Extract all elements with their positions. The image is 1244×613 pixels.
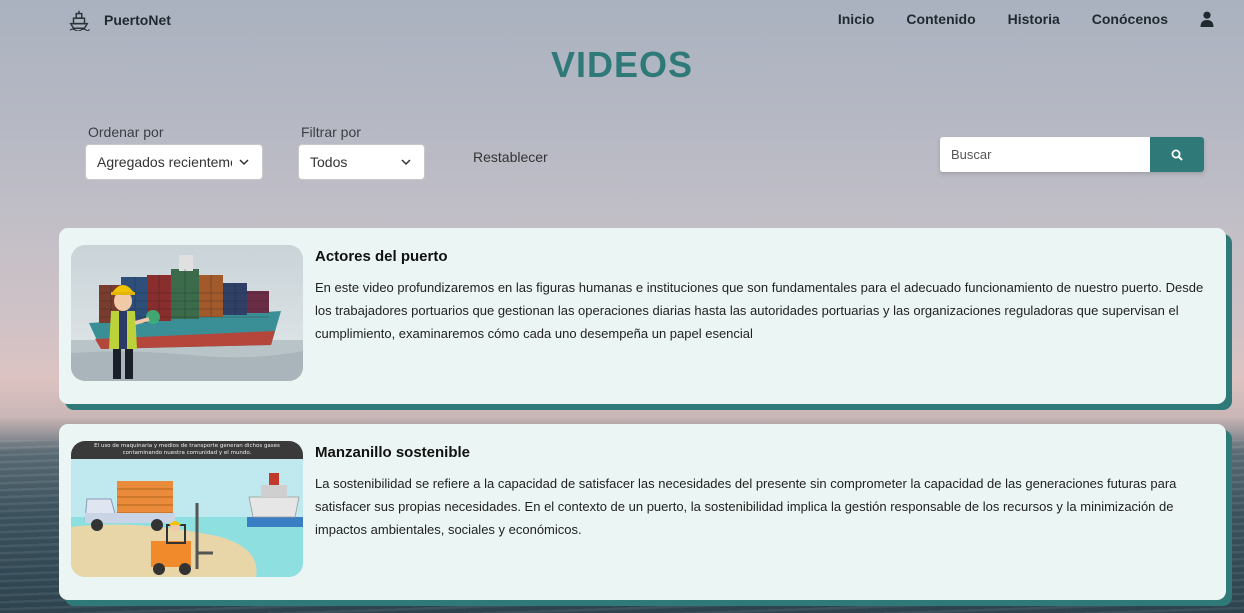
brand[interactable]: PuertoNet <box>68 9 171 31</box>
chevron-down-icon <box>401 159 411 166</box>
brand-name: PuertoNet <box>104 12 171 28</box>
filter-label: Filtrar por <box>301 124 361 140</box>
search-button[interactable] <box>1150 137 1204 172</box>
top-nav: PuertoNet Inicio Contenido Historia Conó… <box>0 0 1244 40</box>
filter-group: Filtrar por Todos <box>298 124 425 180</box>
video-title[interactable]: Actores del puerto <box>315 248 448 265</box>
video-thumbnail[interactable]: El uso de maquinaria y medios de transpo… <box>71 441 303 577</box>
sort-group: Ordenar por Agregados recientemente <box>85 124 263 180</box>
search-bar <box>940 137 1204 172</box>
video-description: La sostenibilidad se refiere a la capaci… <box>315 476 1177 537</box>
video-thumbnail[interactable] <box>71 245 303 381</box>
user-icon[interactable] <box>1200 11 1214 27</box>
filter-select-value: Todos <box>310 154 348 170</box>
nav-link-contenido[interactable]: Contenido <box>906 11 975 27</box>
nav-link-historia[interactable]: Historia <box>1008 11 1060 27</box>
sort-label: Ordenar por <box>88 124 164 140</box>
chevron-down-icon <box>239 159 249 166</box>
thumbnail-caption: El uso de maquinaria y medios de transpo… <box>94 443 280 456</box>
port-sustainability-illustration <box>71 441 303 577</box>
ship-icon <box>69 10 90 31</box>
search-icon <box>1171 149 1183 161</box>
search-input[interactable] <box>940 137 1150 172</box>
video-title[interactable]: Manzanillo sostenible <box>315 444 470 461</box>
page-title: VIDEOS <box>550 44 694 85</box>
cargo-ship-illustration <box>71 245 303 381</box>
nav-link-inicio[interactable]: Inicio <box>838 11 875 27</box>
nav-links: Inicio Contenido Historia Conócenos <box>806 11 1214 27</box>
video-description: En este video profundizaremos en las fig… <box>315 280 1204 341</box>
sort-select[interactable]: Agregados recientemente <box>85 144 263 180</box>
video-card[interactable]: El uso de maquinaria y medios de transpo… <box>59 424 1226 600</box>
sort-select-value: Agregados recientemente <box>97 154 232 170</box>
reset-button[interactable]: Restablecer <box>473 149 548 165</box>
nav-link-conocenos[interactable]: Conócenos <box>1092 11 1168 27</box>
filter-select[interactable]: Todos <box>298 144 425 180</box>
video-card[interactable]: Actores del puerto En este video profund… <box>59 228 1226 404</box>
